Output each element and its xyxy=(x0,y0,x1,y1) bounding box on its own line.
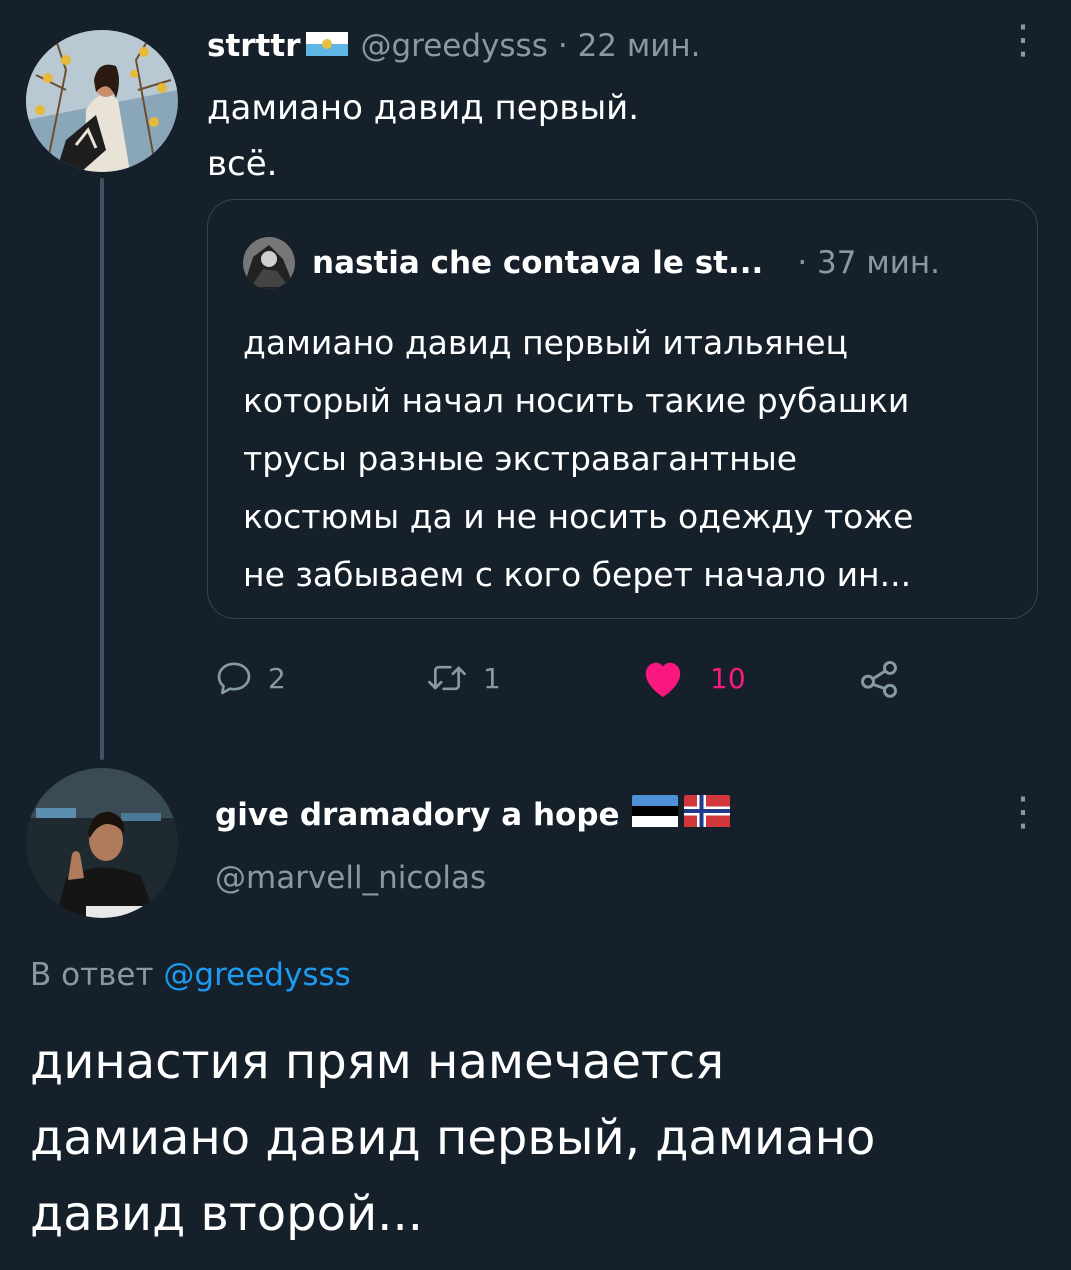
more-options-icon[interactable]: ⋮ xyxy=(1003,792,1043,832)
quote-text-line: костюмы да и не носить одежду тоже xyxy=(243,497,914,536)
san-marino-flag-icon xyxy=(306,28,349,64)
like-count: 10 xyxy=(710,661,746,695)
tweet-text: дамиано давид первый. всё. xyxy=(207,80,639,192)
reply-context: В ответ @greedysss xyxy=(30,953,351,997)
retweet-button[interactable]: 1 xyxy=(425,656,501,700)
display-name[interactable]: give dramadory a hope xyxy=(215,797,620,833)
thread-line xyxy=(100,178,104,760)
heart-icon xyxy=(645,662,681,698)
tweet-text-line: давид второй... xyxy=(30,1186,423,1242)
quote-text: дамиано давид первый итальянец который н… xyxy=(243,314,913,604)
quote-display-name[interactable]: nastia che contava le st... xyxy=(312,245,763,281)
estonia-flag-icon xyxy=(631,795,678,835)
quote-text-line: дамиано давид первый итальянец xyxy=(243,323,848,362)
tweet-text-line: дамиано давид первый, дамиано xyxy=(30,1110,876,1166)
avatar[interactable] xyxy=(26,30,178,172)
quote-text-line: не забываем с кого берет начало ин... xyxy=(243,555,912,594)
avatar[interactable] xyxy=(26,768,178,918)
norway-flag-icon xyxy=(683,795,730,835)
quote-avatar[interactable] xyxy=(243,237,295,289)
quote-text-line: трусы разные экстравагантные xyxy=(243,439,798,478)
share-icon xyxy=(861,660,897,698)
quote-timestamp[interactable]: · 37 мин. xyxy=(797,245,940,281)
tweet-text: династия прям намечается дамиано давид п… xyxy=(30,1024,875,1252)
handle[interactable]: @marvell_nicolas xyxy=(215,856,486,900)
like-button[interactable]: 10 xyxy=(640,656,746,700)
share-button[interactable] xyxy=(857,656,901,700)
reply-prefix: В ответ xyxy=(30,957,154,993)
more-options-icon[interactable]: ⋮ xyxy=(1003,20,1043,60)
reply-icon xyxy=(217,662,251,695)
tweet-text-line: династия прям намечается xyxy=(30,1034,725,1090)
retweet-icon xyxy=(428,665,466,691)
tweet-text-line: дамиано давид первый. xyxy=(207,88,640,128)
quote-text-line: который начал носить такие рубашки xyxy=(243,381,910,420)
display-name[interactable]: strttr xyxy=(207,28,300,64)
handle[interactable]: @greedysss xyxy=(360,28,547,64)
reply-count: 2 xyxy=(268,661,286,695)
quoted-tweet[interactable]: nastia che contava le st... · 37 мин. да… xyxy=(207,199,1038,619)
reply-button[interactable]: 2 xyxy=(214,656,286,700)
tweet-text-line: всё. xyxy=(207,144,278,184)
reply-handle-link[interactable]: @greedysss xyxy=(163,957,350,993)
retweet-count: 1 xyxy=(483,661,501,695)
timestamp[interactable]: · 22 мин. xyxy=(558,28,701,64)
